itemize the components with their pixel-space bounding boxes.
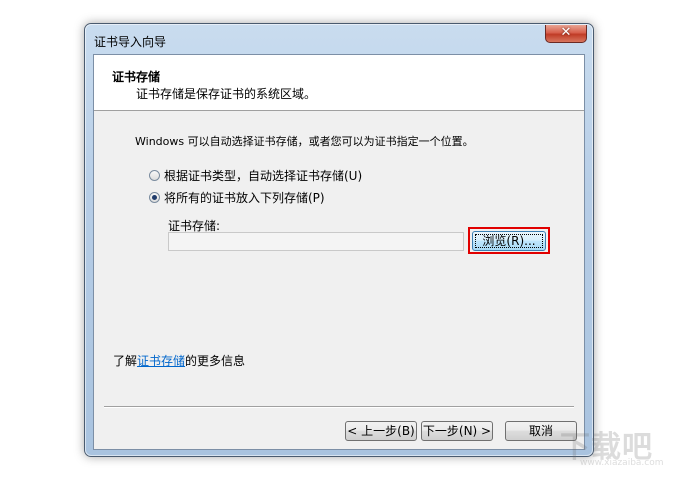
place-all-in-store-option[interactable]: 将所有的证书放入下列存储(P) bbox=[149, 189, 325, 206]
close-button[interactable]: ✕ bbox=[545, 25, 587, 43]
page-subtitle: 证书存储是保存证书的系统区域。 bbox=[136, 87, 317, 101]
certificate-import-wizard-window: 证书导入向导 ✕ 证书存储 证书存储是保存证书的系统区域。 Windows 可以… bbox=[84, 23, 594, 457]
intro-text: Windows 可以自动选择证书存储，或者您可以为证书指定一个位置。 bbox=[135, 135, 474, 148]
page-title: 证书存储 bbox=[112, 70, 161, 84]
close-icon: ✕ bbox=[560, 25, 572, 40]
auto-select-radio[interactable] bbox=[149, 170, 160, 181]
browse-button[interactable]: 浏览(R)... bbox=[472, 231, 546, 251]
footer-divider bbox=[104, 406, 574, 408]
wizard-client-area: 证书存储 证书存储是保存证书的系统区域。 Windows 可以自动选择证书存储，… bbox=[93, 54, 585, 450]
auto-select-label: 根据证书类型，自动选择证书存储(U) bbox=[164, 169, 363, 183]
site-watermark: 下载吧 www.xiazaiba.com bbox=[560, 422, 670, 472]
next-button[interactable]: 下一步(N) > bbox=[421, 421, 493, 441]
watermark-url: www.xiazaiba.com bbox=[580, 458, 664, 468]
screenshot-stage: 证书导入向导 ✕ 证书存储 证书存储是保存证书的系统区域。 Windows 可以… bbox=[0, 0, 680, 478]
back-button[interactable]: < 上一步(B) bbox=[345, 421, 417, 441]
window-title: 证书导入向导 bbox=[94, 35, 167, 49]
place-all-radio[interactable] bbox=[149, 192, 160, 203]
learn-more-prefix: 了解 bbox=[113, 354, 138, 368]
place-all-label: 将所有的证书放入下列存储(P) bbox=[164, 191, 325, 205]
learn-more-text: 了解证书存储的更多信息 bbox=[113, 352, 245, 369]
focus-rectangle bbox=[475, 234, 543, 248]
learn-more-suffix: 的更多信息 bbox=[185, 354, 246, 368]
certificate-store-field[interactable] bbox=[168, 232, 464, 251]
wizard-header: 证书存储 证书存储是保存证书的系统区域。 bbox=[94, 55, 584, 111]
auto-select-store-option[interactable]: 根据证书类型，自动选择证书存储(U) bbox=[149, 167, 362, 184]
certificate-store-link[interactable]: 证书存储 bbox=[137, 354, 185, 368]
